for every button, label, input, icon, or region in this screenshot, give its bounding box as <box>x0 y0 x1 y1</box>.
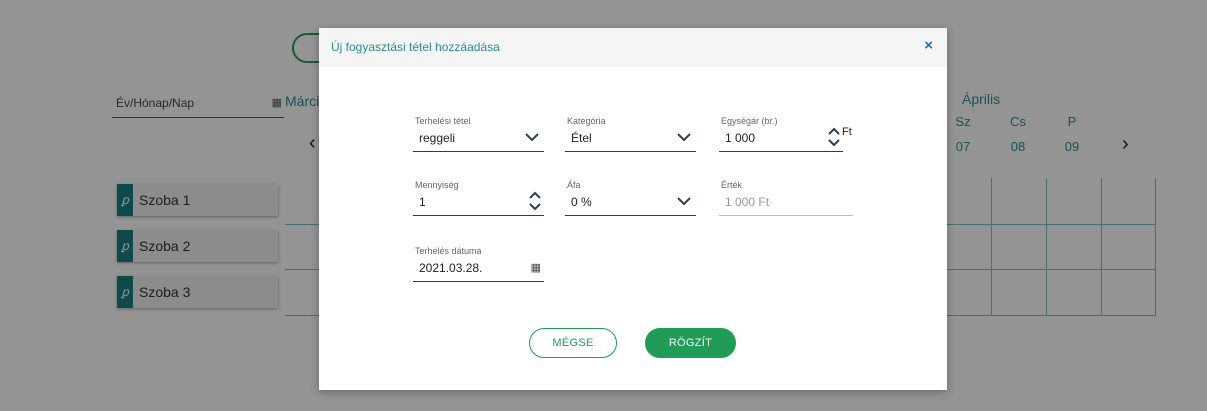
unit-price-label: Egységár (br.) <box>721 116 778 126</box>
category-label: Kategória <box>567 116 606 126</box>
dialog-title: Új fogyasztási tétel hozzáadása <box>331 40 500 54</box>
up-down-spinner-icon[interactable] <box>528 190 542 212</box>
quantity-value: 1 <box>419 195 426 209</box>
charge-item-value: reggeli <box>419 131 456 145</box>
chevron-down-icon[interactable] <box>676 194 692 208</box>
quantity-stepper[interactable]: Mennyiség 1 <box>413 180 544 216</box>
save-button[interactable]: RÖGZÍT <box>645 328 736 358</box>
total-value-field: Érték 1 000 Ft <box>719 180 853 216</box>
close-icon[interactable]: × <box>924 37 933 54</box>
add-consumption-dialog: Új fogyasztási tétel hozzáadása × Terhel… <box>319 28 947 390</box>
category-select[interactable]: Kategória Étel <box>565 116 696 152</box>
unit-price-value: 1 000 <box>725 131 756 145</box>
quantity-label: Mennyiség <box>415 180 459 190</box>
category-value: Étel <box>571 131 592 145</box>
total-label: Érték <box>721 180 743 190</box>
chevron-down-icon[interactable] <box>676 130 692 144</box>
cancel-button[interactable]: MÉGSE <box>529 328 617 358</box>
vat-value: 0 % <box>571 195 592 209</box>
charge-item-label: Terhelési tétel <box>415 116 471 126</box>
unit-price-input[interactable]: Egységár (br.) 1 000 <box>719 116 843 152</box>
chevron-down-icon[interactable] <box>524 130 540 144</box>
charge-date-value: 2021.03.28. <box>419 261 483 275</box>
up-down-spinner-icon[interactable] <box>827 126 841 148</box>
charge-date-field[interactable]: Terhelés dátuma 2021.03.28. ▦ <box>413 246 544 282</box>
vat-select[interactable]: Áfa 0 % <box>565 180 696 216</box>
vat-label: Áfa <box>567 180 581 190</box>
charge-item-select[interactable]: Terhelési tétel reggeli <box>413 116 544 152</box>
dialog-header: Új fogyasztási tétel hozzáadása × <box>319 28 947 67</box>
calendar-icon[interactable]: ▦ <box>531 261 541 274</box>
currency-unit: Ft <box>842 126 852 138</box>
charge-date-label: Terhelés dátuma <box>415 246 482 256</box>
total-value: 1 000 Ft <box>725 195 770 209</box>
